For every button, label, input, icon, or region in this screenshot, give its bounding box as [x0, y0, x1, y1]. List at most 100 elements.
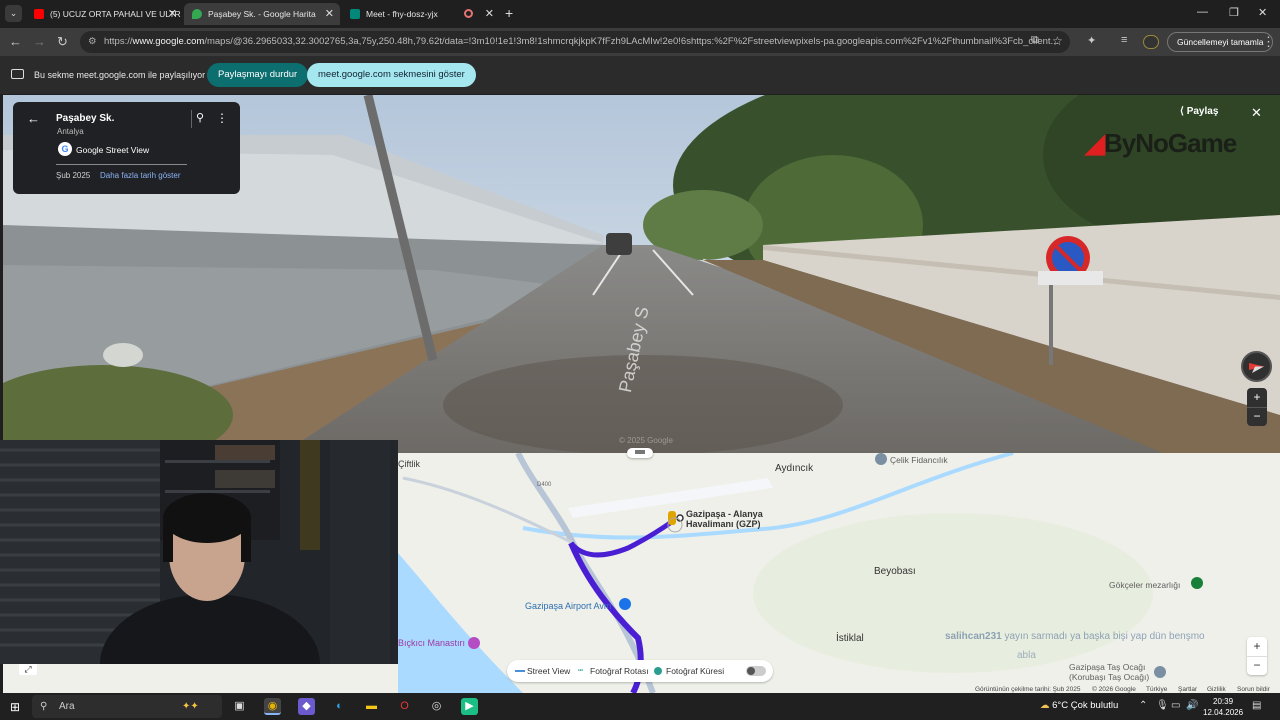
google-icon: G	[58, 142, 72, 156]
place-region: Antalya	[57, 127, 84, 136]
show-meet-tab-button[interactable]: meet.google.com sekmesini göster	[307, 63, 476, 87]
report-link[interactable]: Sorun bildir	[1237, 686, 1270, 693]
close-street-view-icon[interactable]: ✕	[1251, 105, 1262, 121]
tab-youtube[interactable]: (5) UCUZ ORTA PAHALI VE ULTR ✕	[26, 3, 183, 25]
map-zoom-in-icon[interactable]: +	[1247, 637, 1267, 656]
back-icon[interactable]: ←	[9, 34, 22, 49]
new-tab-button[interactable]: +	[505, 5, 513, 21]
map-label-airport-avm[interactable]: Gazipaşa Airport Avm	[525, 601, 611, 611]
maximize-icon[interactable]: ❐	[1229, 6, 1239, 19]
extensions-icon[interactable]: ✦	[1087, 34, 1096, 47]
meet-app-icon[interactable]: ▶	[461, 698, 478, 715]
panorama-zoom-control: + −	[1247, 388, 1267, 426]
map-label-istiklal[interactable]: İstiklal	[836, 633, 864, 644]
notifications-icon[interactable]: ▤	[1252, 700, 1261, 711]
tas-ocagi-line1: Gazipaşa Taş Ocağı	[1069, 662, 1146, 672]
tab-search-button[interactable]: ⌄	[5, 5, 22, 22]
street-view-info-card: ← Paşabey Sk. Antalya ⚲ ⋮ G Google Stree…	[13, 102, 240, 194]
privacy-link[interactable]: Gizlilik	[1207, 686, 1226, 693]
map-label-ciftlik[interactable]: Çiftlik	[398, 459, 420, 469]
compass-needle	[1249, 363, 1264, 373]
sharing-infobar: Bu sekme meet.google.com ile paylaşılıyo…	[0, 56, 1280, 94]
panel-resize-handle[interactable]	[627, 448, 653, 458]
compass-icon[interactable]	[1241, 351, 1272, 382]
tab-label: Paşabey Sk. - Google Harita	[208, 9, 316, 19]
update-button[interactable]: Güncellemeyi tamamla	[1167, 32, 1274, 52]
minimize-icon[interactable]: —	[1197, 6, 1208, 18]
address-bar[interactable]: ⚙ https://www.google.com/maps/@36.296503…	[80, 31, 1070, 53]
back-arrow-icon[interactable]: ←	[27, 111, 40, 126]
clock-time: 20:39	[1213, 697, 1234, 706]
photo-route-icon: ┅	[578, 665, 584, 675]
recorder-icon[interactable]: ◎	[428, 698, 445, 715]
profile-avatar[interactable]	[1143, 35, 1159, 49]
map-zoom-control: + −	[1247, 637, 1267, 675]
system-clock[interactable]: 20:39 12.04.2026	[1203, 696, 1243, 718]
browser-toolbar: ← → ↻ ⚙ https://www.google.com/maps/@36.…	[0, 28, 1280, 56]
zoom-out-icon[interactable]: −	[1247, 407, 1267, 426]
map-label-airport[interactable]: Gazipaşa - Alanya Havalimanı (GZP)	[686, 509, 763, 529]
webcam-feed	[0, 440, 398, 664]
place-title: Paşabey Sk.	[56, 113, 115, 124]
tas-ocagi-line2: (Korubaşı Taş Ocağı)	[1069, 672, 1150, 682]
install-icon[interactable]: ⧉	[1031, 34, 1039, 47]
tab-meet[interactable]: Meet - fhy-dosz-yjx ✕	[342, 3, 500, 25]
window-close-icon[interactable]: ✕	[1258, 6, 1267, 19]
country-link[interactable]: Türkiye	[1146, 686, 1167, 693]
location-pin-icon[interactable]: ⚲	[196, 111, 204, 124]
map-label-manastir[interactable]: Bıçkıcı Manastırı	[398, 638, 465, 648]
terms-link[interactable]: Şartlar	[1178, 686, 1197, 693]
chrome-icon[interactable]: ◉	[264, 698, 281, 715]
road-label-d400: D400	[537, 482, 552, 488]
opera-icon[interactable]: O	[396, 698, 413, 715]
share-button[interactable]: ⟨ Paylaş	[1180, 106, 1218, 117]
reading-list-icon[interactable]: ≡	[1121, 34, 1127, 46]
windows-taskbar: ⊞ ⚲ Ara ✦✦ ▣ ◉ ◆ ◐ ▬ O ◎ ▶ ☁ 6°C Çok bul…	[0, 693, 1280, 720]
task-view-icon[interactable]: ▣	[231, 698, 248, 715]
more-dates-link[interactable]: Daha fazla tarih göster	[100, 171, 181, 180]
zoom-in-icon[interactable]: +	[1247, 388, 1267, 407]
tray-expand-icon[interactable]: ⌃	[1139, 700, 1147, 711]
microphone-icon[interactable]: 🎙	[1156, 700, 1169, 711]
youtube-icon	[34, 9, 44, 19]
file-explorer-icon[interactable]: ▬	[363, 698, 380, 715]
map-zoom-out-icon[interactable]: −	[1247, 656, 1267, 675]
more-options-icon[interactable]: ⋮	[216, 111, 228, 125]
expand-map-icon[interactable]: ⤢	[19, 663, 37, 675]
divider	[56, 164, 187, 165]
stop-sharing-button[interactable]: Paylaşmayı durdur	[207, 63, 309, 87]
map-label-gokceler[interactable]: Gökçeler mezarlığı	[1109, 580, 1180, 590]
legend-photo-route: Fotoğraf Rotası	[590, 666, 649, 676]
weather-widget[interactable]: ☁ 6°C Çok bulutlu	[1040, 700, 1118, 711]
divider	[191, 110, 192, 128]
close-icon[interactable]: ✕	[168, 7, 177, 20]
edge-icon[interactable]: ◐	[331, 698, 348, 715]
bookmark-star-icon[interactable]: ☆	[1052, 34, 1063, 48]
url-prefix: https://	[104, 36, 133, 47]
map-label-celik-fidancilik[interactable]: Çelik Fidancılık	[890, 455, 948, 465]
reload-icon[interactable]: ↻	[57, 34, 68, 50]
close-icon[interactable]: ✕	[325, 7, 334, 20]
tab-google-maps[interactable]: Paşabey Sk. - Google Harita ✕	[184, 3, 340, 25]
windows-start-icon[interactable]: ⊞	[10, 700, 20, 714]
map-label-beyobasi[interactable]: Beyobası	[874, 566, 916, 577]
menu-icon[interactable]: ⋮	[1262, 34, 1275, 50]
site-info-icon[interactable]: ⚙	[88, 31, 97, 53]
streetview-layer-toggle[interactable]	[746, 666, 766, 676]
bynogame-watermark: ◢ByNoGame	[1085, 128, 1237, 159]
chat-message: yayın sarmadı ya başka bişi yap dün benş…	[1004, 631, 1205, 642]
map-copyright: © 2026 Google	[1092, 686, 1136, 693]
close-icon[interactable]: ✕	[485, 7, 494, 20]
sharing-text: Bu sekme meet.google.com ile paylaşılıyo…	[34, 70, 206, 80]
volume-icon[interactable]: 🔊	[1186, 700, 1198, 711]
webcam-image	[0, 440, 398, 664]
network-icon[interactable]: ▭	[1171, 700, 1180, 711]
forward-icon[interactable]: →	[33, 34, 46, 49]
map-label-tas-ocagi[interactable]: Gazipaşa Taş Ocağı (Korubaşı Taş Ocağı)	[1069, 662, 1149, 682]
copilot-icon[interactable]: ◆	[298, 698, 315, 715]
taskbar-search[interactable]: ⚲ Ara ✦✦	[32, 695, 222, 718]
map-label-aydincik[interactable]: Aydıncık	[775, 463, 813, 474]
tab-label: (5) UCUZ ORTA PAHALI VE ULTR	[50, 9, 181, 19]
search-placeholder: Ara	[59, 701, 75, 712]
airport-label-line2: Havalimanı (GZP)	[686, 519, 761, 529]
